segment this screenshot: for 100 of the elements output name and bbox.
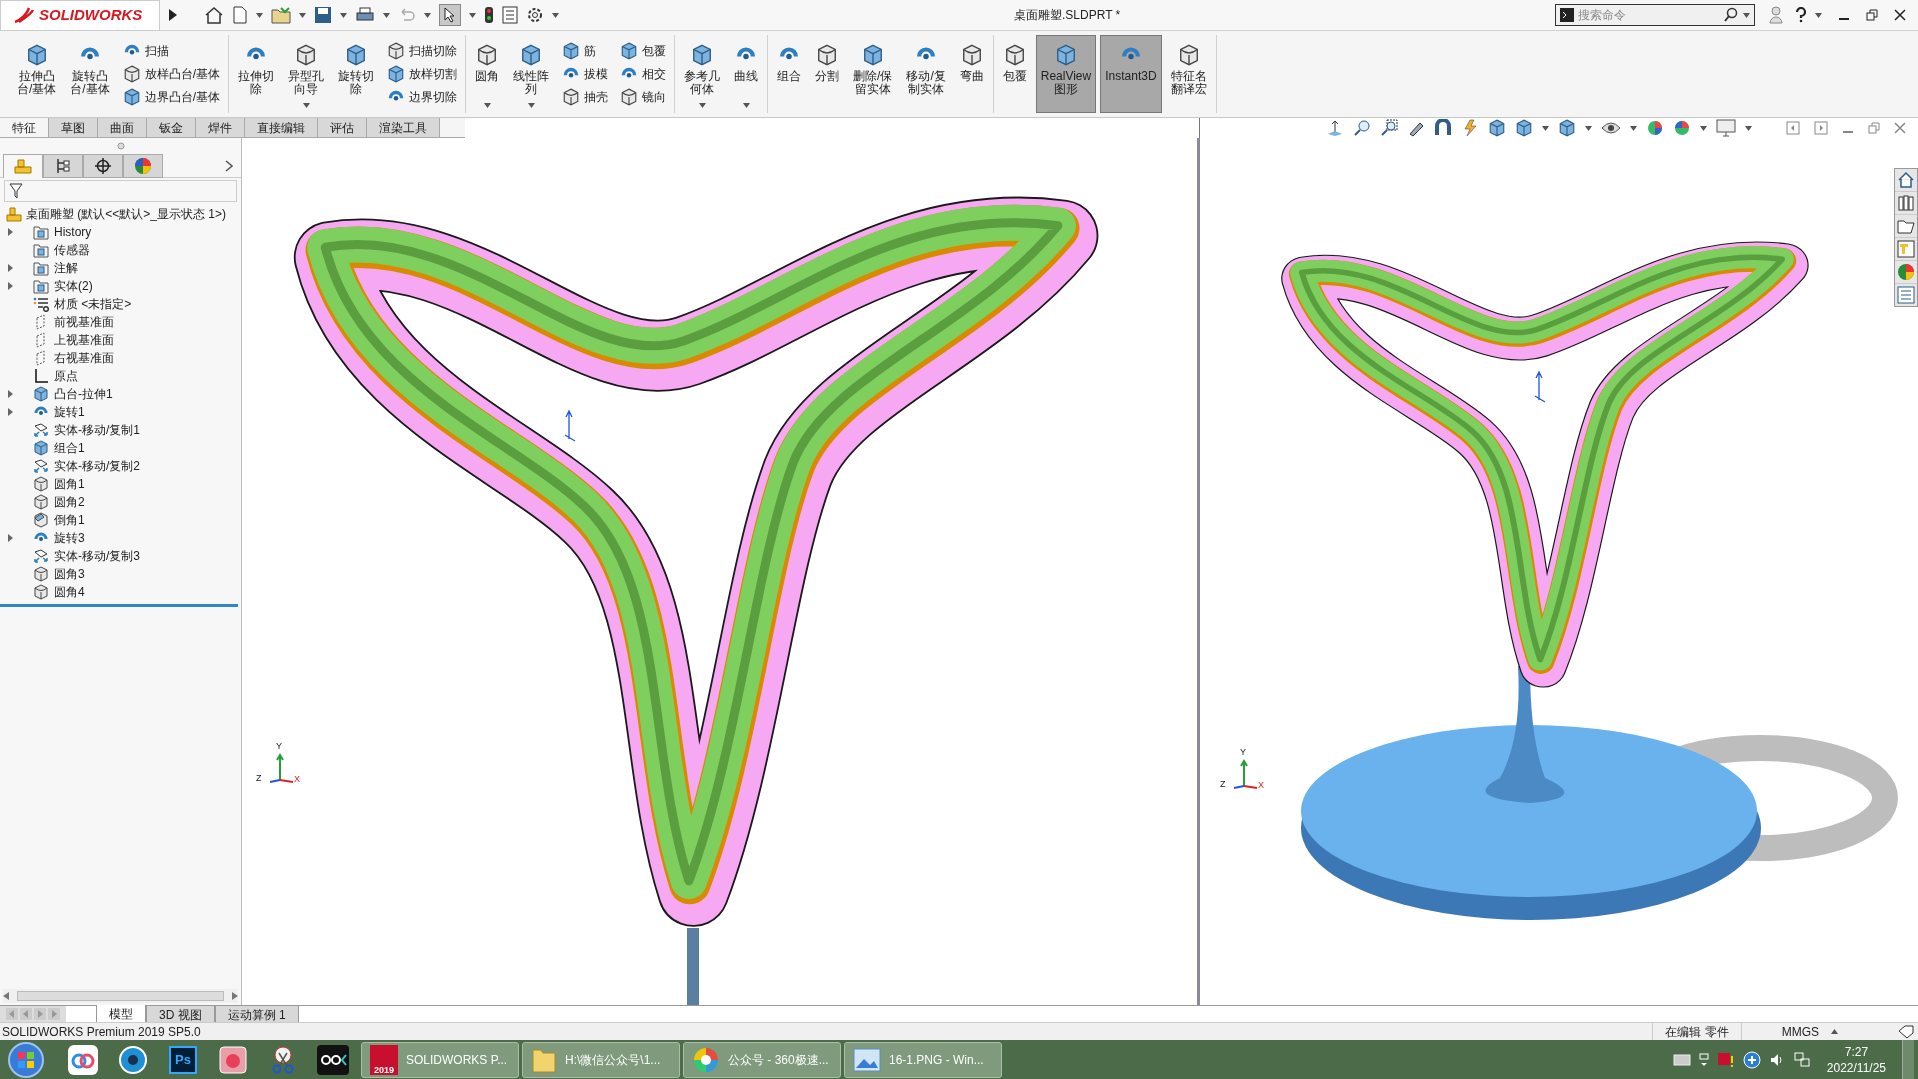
expand-arrow-icon[interactable] xyxy=(8,264,13,272)
books-icon[interactable] xyxy=(1896,193,1916,213)
tab[interactable]: 3D 视图 xyxy=(146,1006,215,1022)
tree-item[interactable]: 实体(2) xyxy=(0,277,241,295)
ribbon-button[interactable]: 包覆 xyxy=(616,41,671,60)
play-arrow-icon[interactable] xyxy=(168,8,178,22)
network-icon[interactable] xyxy=(1792,1051,1811,1069)
ribbon-button[interactable]: 相交 xyxy=(616,65,671,83)
page-icon[interactable] xyxy=(232,6,248,24)
tree-item[interactable]: 前视基准面 xyxy=(0,313,241,331)
select-button[interactable] xyxy=(439,4,461,26)
tab[interactable]: 直接编辑 xyxy=(245,118,318,137)
window-icon[interactable] xyxy=(1698,1053,1709,1067)
traffic-light-icon[interactable] xyxy=(484,6,494,24)
ribbon-button[interactable]: 边界切除 xyxy=(383,88,462,107)
taskbar-window-button[interactable]: 2019 SOLIDWORKS P... xyxy=(361,1042,519,1078)
layout-icon[interactable] xyxy=(1896,239,1916,259)
right-arrow-icon[interactable] xyxy=(232,992,238,1000)
search-field[interactable]: 搜索命令 xyxy=(1578,6,1719,24)
caret-up-icon[interactable] xyxy=(1831,1029,1838,1034)
ribbon-button[interactable]: 参考几 何体 xyxy=(679,35,726,113)
tree-item[interactable]: 圆角1 xyxy=(0,475,241,493)
tree-item[interactable]: 原点 xyxy=(0,367,241,385)
ribbon-button[interactable]: 包覆 xyxy=(997,35,1032,113)
expand-arrow-icon[interactable] xyxy=(8,390,13,398)
tab[interactable]: 钣金 xyxy=(147,118,196,137)
ribbon-button[interactable]: 圆角 xyxy=(470,35,505,113)
search-box[interactable]: 搜索命令 xyxy=(1555,4,1755,26)
panel-tab[interactable] xyxy=(43,153,83,178)
ribbon-button[interactable]: 拉伸切 除 xyxy=(233,35,280,113)
ribbon-button[interactable]: 抽壳 xyxy=(558,88,613,107)
printer-icon[interactable] xyxy=(355,6,375,24)
app-icon[interactable]: Ps xyxy=(169,1046,197,1074)
close-icon[interactable] xyxy=(1894,9,1906,21)
collapse-handle-icon[interactable] xyxy=(116,142,125,150)
magnifier-icon[interactable] xyxy=(1353,119,1371,137)
tree-item[interactable]: 圆角3 xyxy=(0,565,241,583)
tree-item[interactable]: 旋转3 xyxy=(0,529,241,547)
ribbon-button[interactable]: 删除/保 留实体 xyxy=(848,35,898,113)
split-left-icon[interactable] xyxy=(1786,121,1800,135)
tab[interactable]: 草图 xyxy=(49,118,98,137)
ribbon-button[interactable]: 特征名 翻译宏 xyxy=(1165,35,1212,113)
tree-item[interactable]: 上视基准面 xyxy=(0,331,241,349)
tree-item[interactable]: 凸台-拉伸1 xyxy=(0,385,241,403)
panel-tab[interactable] xyxy=(83,153,123,178)
tree-item[interactable]: 实体-移动/复制3 xyxy=(0,547,241,565)
ribbon-button[interactable]: 曲线 xyxy=(729,35,764,113)
expand-arrow-icon[interactable] xyxy=(8,228,13,236)
settings-icon[interactable] xyxy=(526,6,544,24)
tree-item[interactable]: 组合1 xyxy=(0,439,241,457)
media-icon[interactable] xyxy=(317,1045,349,1075)
tree-item[interactable]: 倒角1 xyxy=(0,511,241,529)
clock[interactable]: 7:27 2022/11/25 xyxy=(1818,1044,1894,1076)
ribbon-button[interactable]: 放样切割 xyxy=(383,65,462,83)
ribbon-button[interactable]: 筋 xyxy=(558,41,613,60)
ribbon-button[interactable]: 旋转凸 台/基体 xyxy=(65,35,115,113)
tree-item[interactable]: History xyxy=(0,223,241,241)
ribbon-button[interactable]: 旋转切 除 xyxy=(333,35,380,113)
start-button[interactable] xyxy=(8,1042,44,1078)
ribbon-button[interactable]: 组合 xyxy=(772,35,807,113)
tree-item[interactable]: 注解 xyxy=(0,259,241,277)
ribbon-button[interactable]: Instant3D xyxy=(1100,35,1162,113)
ribbon-button[interactable]: 线性阵 列 xyxy=(508,35,555,113)
tab[interactable]: 评估 xyxy=(318,118,367,137)
arrow-icon[interactable] xyxy=(1326,119,1344,137)
tree-item[interactable]: 桌面雕塑 (默认<<默认>_显示状态 1>) xyxy=(0,205,241,223)
save-icon[interactable] xyxy=(314,6,332,24)
expand-arrow-icon[interactable] xyxy=(8,534,13,542)
tab[interactable]: 模型 xyxy=(96,1005,146,1022)
ribbon-button[interactable]: 放样凸台/基体 xyxy=(118,65,225,83)
tree-item[interactable]: 实体-移动/复制1 xyxy=(0,421,241,439)
left-arrow-icon[interactable] xyxy=(3,992,9,1000)
keyboard-icon[interactable] xyxy=(1672,1054,1691,1066)
folder-icon[interactable] xyxy=(271,6,291,24)
ribbon-button[interactable]: RealView 图形 xyxy=(1035,35,1097,113)
home-icon[interactable] xyxy=(1896,170,1916,190)
horizontal-scrollbar[interactable] xyxy=(3,989,238,1003)
tab[interactable]: 渲染工具 xyxy=(367,118,440,137)
filter-field[interactable] xyxy=(4,180,237,202)
expand-arrow-icon[interactable] xyxy=(8,282,13,290)
color-ball-icon[interactable] xyxy=(1646,119,1664,137)
lightning-icon[interactable] xyxy=(1461,119,1479,137)
split-right-icon[interactable] xyxy=(1814,121,1828,135)
ribbon-button[interactable]: 拔模 xyxy=(558,65,613,83)
ribbon-button[interactable]: 异型孔 向导 xyxy=(283,35,330,113)
plus-circle-icon[interactable] xyxy=(1742,1051,1761,1069)
user-icon[interactable] xyxy=(1769,6,1783,24)
tab[interactable]: 焊件 xyxy=(196,118,245,137)
tree-item[interactable]: 圆角2 xyxy=(0,493,241,511)
tree-item[interactable]: 右视基准面 xyxy=(0,349,241,367)
magnifier-icon[interactable] xyxy=(1380,119,1398,137)
tab[interactable]: 运动算例 1 xyxy=(214,1006,299,1022)
ribbon-button[interactable]: 扫描切除 xyxy=(383,41,462,60)
tree-item[interactable]: 旋转1 xyxy=(0,403,241,421)
ribbon-button[interactable]: 拉伸凸 台/基体 xyxy=(12,35,62,113)
monitor-icon[interactable] xyxy=(1716,119,1736,137)
speaker-icon[interactable] xyxy=(1768,1052,1785,1068)
chevron-right-icon[interactable] xyxy=(225,159,233,172)
app-icon[interactable] xyxy=(218,1045,248,1075)
ribbon-button[interactable]: 分割 xyxy=(810,35,845,113)
